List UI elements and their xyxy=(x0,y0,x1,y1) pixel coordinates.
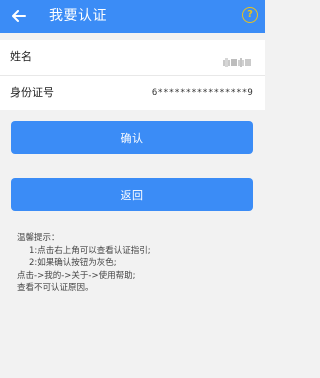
name-row: 姓名 xyxy=(0,40,265,75)
identity-form: 姓名 身份证号 6****************9 xyxy=(0,40,265,110)
id-number-row: 身份证号 6****************9 xyxy=(0,75,265,110)
confirm-button[interactable]: 确认 xyxy=(11,121,253,154)
tip-line: 查看不可认证原因。 xyxy=(17,283,94,294)
help-glyph: ? xyxy=(247,9,253,20)
tip-line: 1:点击右上角可以查看认证指引; xyxy=(29,245,151,256)
back-button[interactable]: 返回 xyxy=(11,178,253,211)
help-icon[interactable]: ? xyxy=(242,7,258,23)
top-bar: 我要认证 ? xyxy=(0,0,265,33)
name-field[interactable] xyxy=(223,52,251,67)
back-arrow-icon[interactable] xyxy=(10,7,28,25)
id-number-label: 身份证号 xyxy=(10,86,54,99)
name-label: 姓名 xyxy=(10,50,32,63)
id-number-field[interactable]: 6****************9 xyxy=(152,87,253,99)
tips-heading: 温馨提示： xyxy=(17,233,60,243)
tip-line: 2:如果确认按钮为灰色; xyxy=(29,258,117,269)
page-title: 我要认证 xyxy=(49,8,107,24)
tip-line: 点击->我的->关于->使用帮助; xyxy=(17,270,136,281)
tips-panel: 温馨提示： 1:点击右上角可以查看认证指引; 2:如果确认按钮为灰色; 点击->… xyxy=(17,232,151,295)
